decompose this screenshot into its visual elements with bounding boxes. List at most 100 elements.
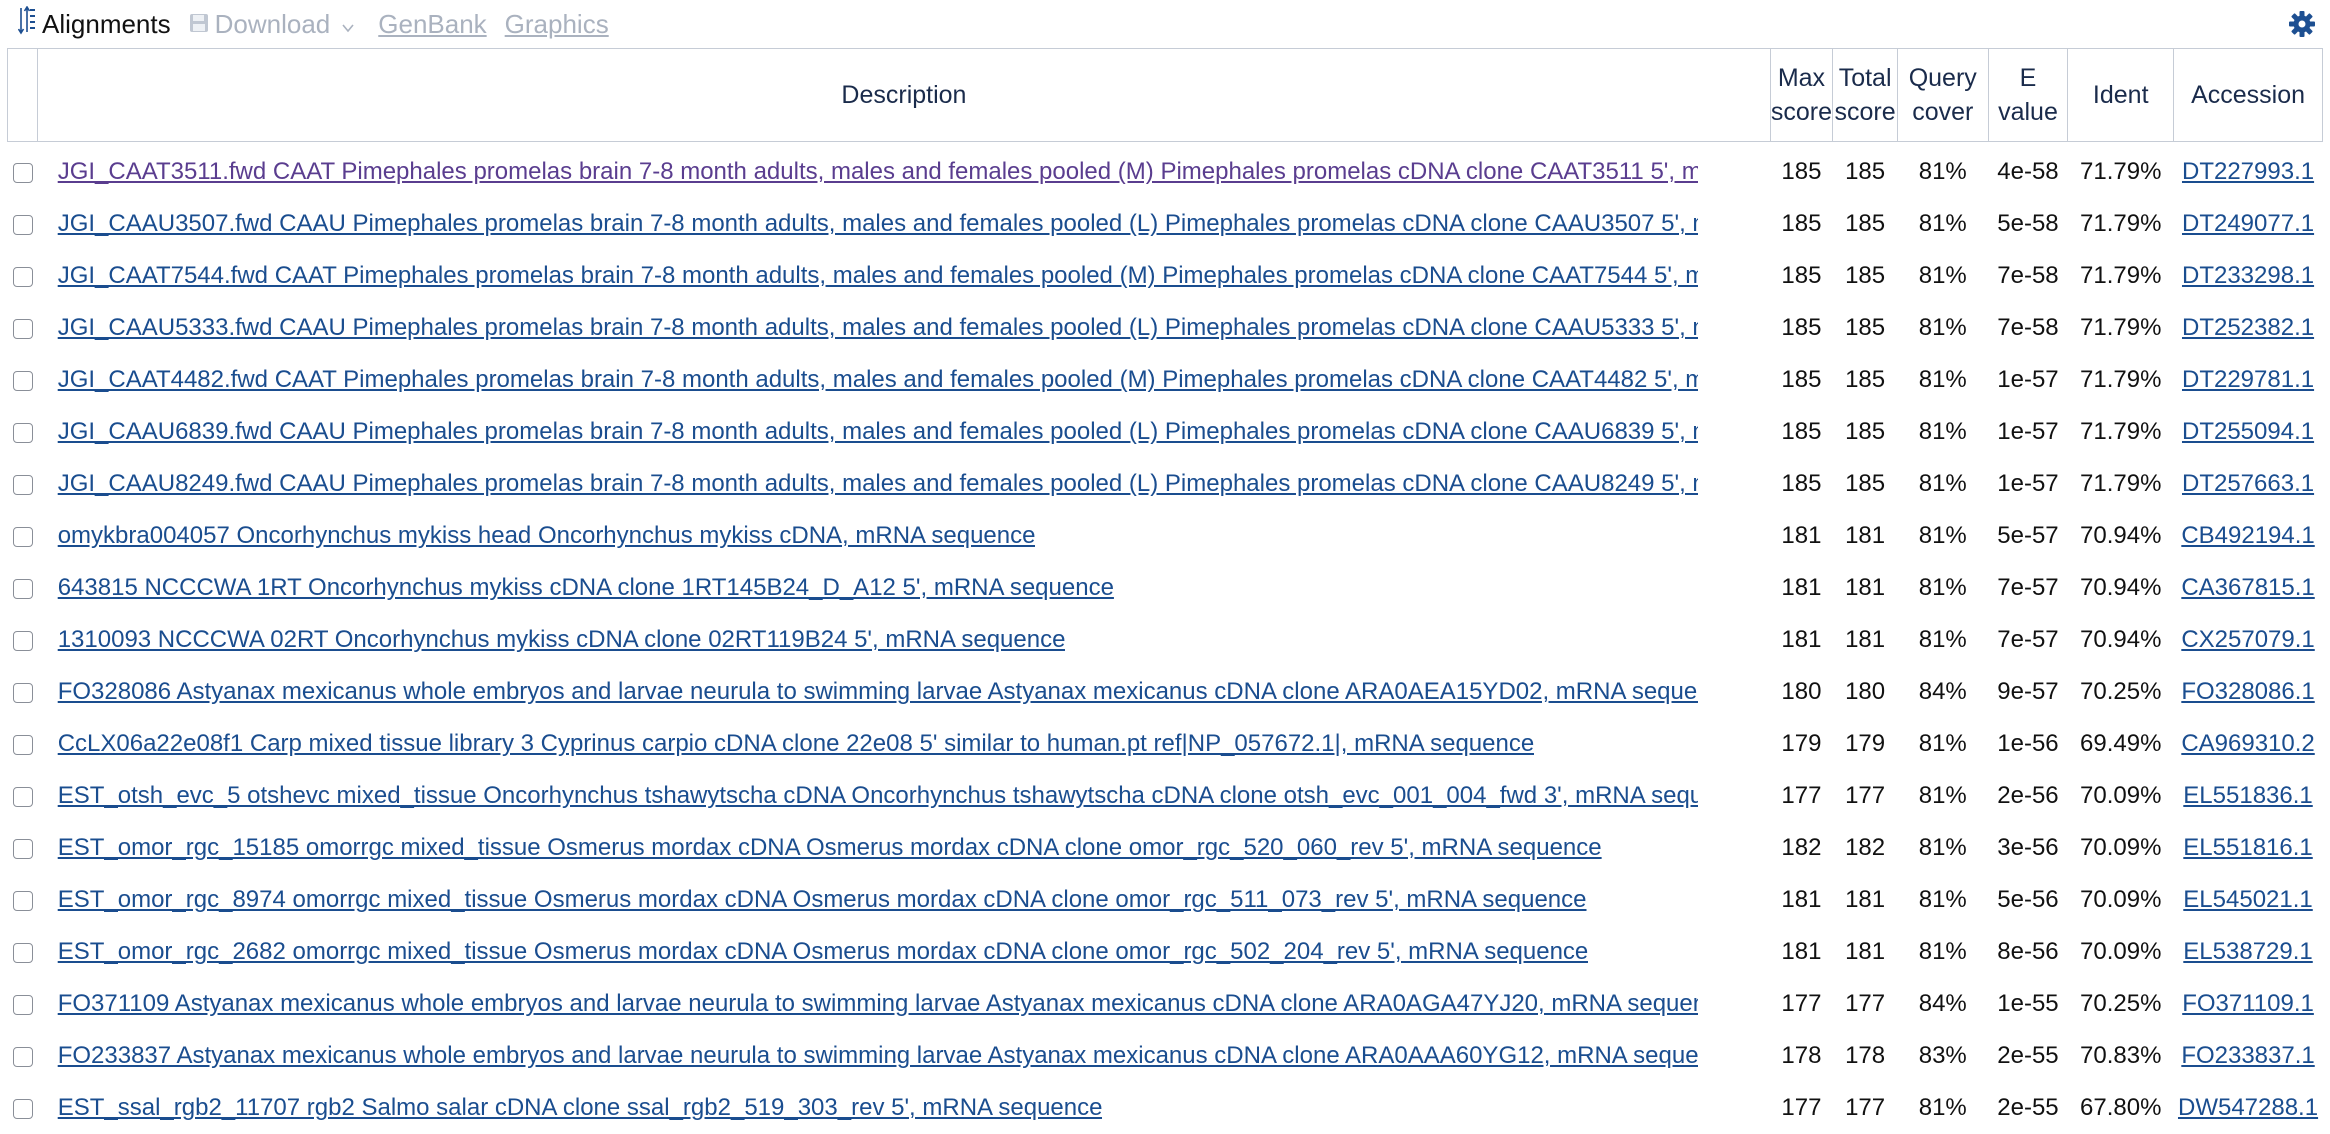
accession-link[interactable]: EL551836.1 [2183, 782, 2312, 809]
total-score-cell: 185 [1833, 354, 1898, 406]
total-score-header-line1: Total [1839, 64, 1892, 92]
row-checkbox[interactable] [13, 267, 33, 287]
accession-link[interactable]: DT229781.1 [2182, 366, 2314, 393]
accession-link[interactable]: DT227993.1 [2182, 158, 2314, 185]
table-row: EST_ssal_rgb2_11707 rgb2 Salmo salar cDN… [8, 1082, 2323, 1134]
max-score-header[interactable]: Max score [1770, 49, 1833, 142]
accession-link[interactable]: DT252382.1 [2182, 314, 2314, 341]
row-checkbox[interactable] [13, 579, 33, 599]
select-all-header [8, 49, 38, 142]
accession-link[interactable]: FO371109.1 [2182, 990, 2314, 1017]
description-header[interactable]: Description [38, 49, 1770, 142]
max-score-cell: 185 [1770, 458, 1833, 510]
accession-link[interactable]: CX257079.1 [2181, 626, 2314, 653]
total-score-cell: 181 [1833, 562, 1898, 614]
alignments-button[interactable]: Alignments [18, 6, 171, 43]
accession-link[interactable]: DW547288.1 [2178, 1094, 2318, 1121]
description-link[interactable]: EST_otsh_evc_5 otshevc mixed_tissue Onco… [38, 782, 1698, 810]
description-cell: FO328086 Astyanax mexicanus whole embryo… [38, 666, 1770, 718]
description-link[interactable]: FO328086 Astyanax mexicanus whole embryo… [38, 678, 1698, 706]
query-cover-cell: 83% [1897, 1030, 1988, 1082]
row-checkbox[interactable] [13, 215, 33, 235]
row-checkbox[interactable] [13, 371, 33, 391]
accession-link[interactable]: DT255094.1 [2182, 418, 2314, 445]
description-link[interactable]: FO233837 Astyanax mexicanus whole embryo… [38, 1042, 1698, 1070]
ident-cell: 71.79% [2068, 302, 2174, 354]
accession-header-label: Accession [2191, 81, 2305, 109]
max-score-cell: 185 [1770, 302, 1833, 354]
accession-link[interactable]: EL545021.1 [2183, 886, 2312, 913]
graphics-link[interactable]: Graphics [505, 9, 609, 40]
accession-link[interactable]: CB492194.1 [2181, 522, 2314, 549]
row-select-cell [8, 510, 38, 562]
accession-link[interactable]: FO233837.1 [2181, 1042, 2314, 1069]
description-link[interactable]: JGI_CAAT4482.fwd CAAT Pimephales promela… [38, 366, 1698, 394]
accession-link[interactable]: CA969310.2 [2181, 730, 2314, 757]
description-link[interactable]: JGI_CAAU6839.fwd CAAU Pimephales promela… [38, 418, 1698, 446]
row-checkbox[interactable] [13, 1047, 33, 1067]
accession-link[interactable]: FO328086.1 [2181, 678, 2314, 705]
row-checkbox[interactable] [13, 839, 33, 859]
query-cover-header[interactable]: Query cover [1897, 49, 1988, 142]
description-link[interactable]: EST_omor_rgc_15185 omorrgc mixed_tissue … [38, 834, 1602, 862]
ident-cell: 67.80% [2068, 1082, 2174, 1134]
table-row: FO233837 Astyanax mexicanus whole embryo… [8, 1030, 2323, 1082]
description-link[interactable]: JGI_CAAT7544.fwd CAAT Pimephales promela… [38, 262, 1698, 290]
accession-link[interactable]: EL538729.1 [2183, 938, 2312, 965]
row-checkbox[interactable] [13, 163, 33, 183]
gear-icon[interactable] [2288, 10, 2316, 38]
description-cell: EST_ssal_rgb2_11707 rgb2 Salmo salar cDN… [38, 1082, 1770, 1134]
table-row: EST_omor_rgc_8974 omorrgc mixed_tissue O… [8, 874, 2323, 926]
accession-link[interactable]: DT249077.1 [2182, 210, 2314, 237]
row-checkbox[interactable] [13, 1099, 33, 1119]
description-link[interactable]: JGI_CAAT3511.fwd CAAT Pimephales promela… [38, 158, 1698, 186]
max-score-cell: 181 [1770, 510, 1833, 562]
row-checkbox[interactable] [13, 735, 33, 755]
row-checkbox[interactable] [13, 943, 33, 963]
description-link[interactable]: EST_ssal_rgb2_11707 rgb2 Salmo salar cDN… [38, 1094, 1103, 1122]
description-link[interactable]: JGI_CAAU8249.fwd CAAU Pimephales promela… [38, 470, 1698, 498]
query-cover-cell: 81% [1897, 718, 1988, 770]
total-score-header-line2: score [1835, 98, 1896, 126]
ident-cell: 70.83% [2068, 1030, 2174, 1082]
row-checkbox[interactable] [13, 995, 33, 1015]
description-link[interactable]: FO371109 Astyanax mexicanus whole embryo… [38, 990, 1698, 1018]
row-checkbox[interactable] [13, 631, 33, 651]
query-cover-cell: 81% [1897, 198, 1988, 250]
accession-link[interactable]: DT233298.1 [2182, 262, 2314, 289]
total-score-header[interactable]: Total score [1833, 49, 1898, 142]
description-link[interactable]: EST_omor_rgc_8974 omorrgc mixed_tissue O… [38, 886, 1587, 914]
row-checkbox[interactable] [13, 527, 33, 547]
row-checkbox[interactable] [13, 423, 33, 443]
accession-link[interactable]: DT257663.1 [2182, 470, 2314, 497]
accession-header[interactable]: Accession [2174, 49, 2323, 142]
e-value-header[interactable]: E value [1988, 49, 2068, 142]
row-select-cell [8, 822, 38, 874]
e-value-header-line2: value [1998, 98, 2058, 126]
accession-link[interactable]: CA367815.1 [2181, 574, 2314, 601]
row-select-cell [8, 142, 38, 199]
row-checkbox[interactable] [13, 787, 33, 807]
row-checkbox[interactable] [13, 891, 33, 911]
description-link[interactable]: JGI_CAAU3507.fwd CAAU Pimephales promela… [38, 210, 1698, 238]
accession-link[interactable]: EL551816.1 [2183, 834, 2312, 861]
row-checkbox[interactable] [13, 475, 33, 495]
download-dropdown[interactable]: Download [189, 9, 361, 40]
description-link[interactable]: 1310093 NCCCWA 02RT Oncorhynchus mykiss … [38, 626, 1066, 654]
accession-cell: DT255094.1 [2174, 406, 2323, 458]
ident-header[interactable]: Ident [2068, 49, 2174, 142]
query-cover-cell: 81% [1897, 822, 1988, 874]
genbank-link[interactable]: GenBank [378, 9, 486, 40]
description-link[interactable]: CcLX06a22e08f1 Carp mixed tissue library… [38, 730, 1535, 758]
e-value-cell: 5e-58 [1988, 198, 2068, 250]
description-link[interactable]: JGI_CAAU5333.fwd CAAU Pimephales promela… [38, 314, 1698, 342]
description-link[interactable]: EST_omor_rgc_2682 omorrgc mixed_tissue O… [38, 938, 1589, 966]
row-checkbox[interactable] [13, 683, 33, 703]
description-link[interactable]: 643815 NCCCWA 1RT Oncorhynchus mykiss cD… [38, 574, 1114, 602]
query-cover-cell: 81% [1897, 458, 1988, 510]
description-link[interactable]: omykbra004057 Oncorhynchus mykiss head O… [38, 522, 1036, 550]
accession-cell: EL551816.1 [2174, 822, 2323, 874]
max-score-cell: 178 [1770, 1030, 1833, 1082]
row-checkbox[interactable] [13, 319, 33, 339]
query-cover-cell: 84% [1897, 666, 1988, 718]
